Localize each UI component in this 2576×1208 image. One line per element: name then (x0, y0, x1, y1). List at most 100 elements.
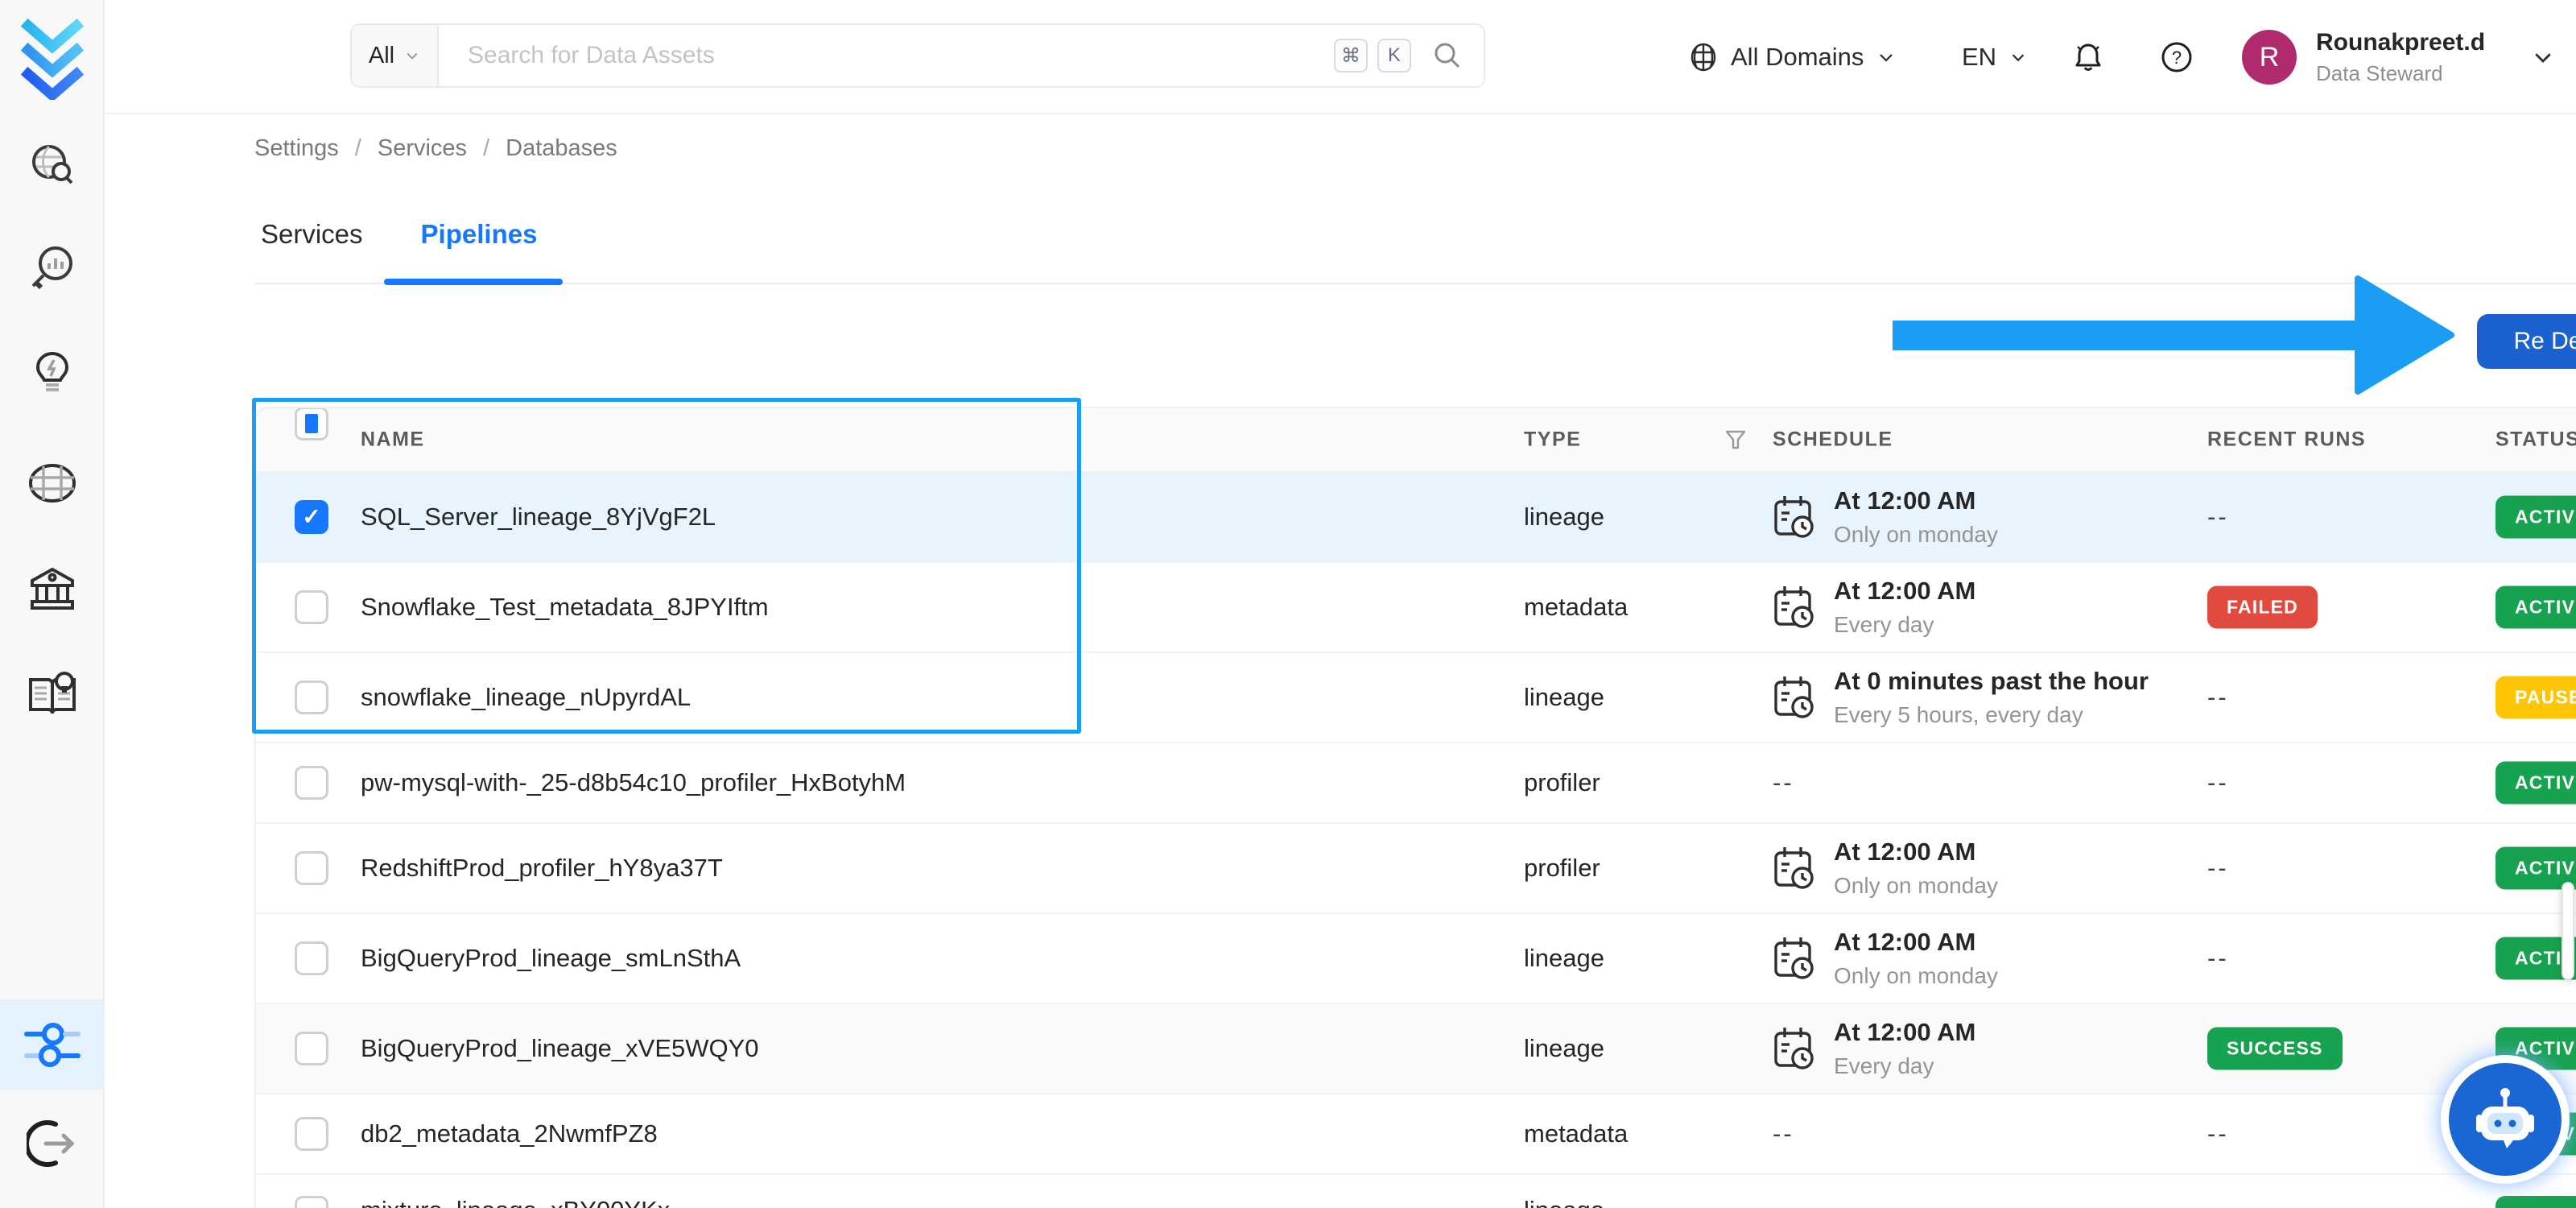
breadcrumb-separator: / (483, 135, 490, 161)
user-avatar[interactable]: R (2242, 0, 2297, 114)
chevron-down-icon (1880, 54, 1893, 62)
column-header-schedule[interactable]: SCHEDULE (1773, 428, 1893, 452)
pipeline-type: lineage (1524, 683, 1604, 711)
pipeline-name[interactable]: snowflake_lineage_nUpyrdAL (361, 683, 691, 712)
recent-runs-cell: -- (2207, 503, 2229, 531)
pipeline-name[interactable]: SQL_Server_lineage_8YjVgF2L (361, 503, 716, 532)
row-checkbox[interactable] (295, 500, 328, 534)
domains-dropdown[interactable]: All Domains (1689, 0, 1896, 114)
sidebar-item-knowledge[interactable] (0, 649, 105, 739)
tab-pipelines[interactable]: Pipelines (415, 219, 544, 250)
breadcrumb-settings[interactable]: Settings (254, 135, 339, 162)
pipeline-name[interactable]: RedshiftProd_profiler_hY8ya37T (361, 854, 723, 883)
openmetadata-logo[interactable] (0, 11, 105, 100)
help-button[interactable]: ? (2160, 0, 2194, 114)
breadcrumb-databases[interactable]: Databases (506, 135, 617, 162)
top-navbar: All ⌘ K All Domains EN (105, 0, 2576, 114)
select-all-checkbox[interactable] (295, 408, 328, 441)
status-badge: PAUSED (2496, 676, 2576, 719)
search-input[interactable] (439, 42, 1334, 69)
row-checkbox[interactable] (295, 1032, 328, 1065)
table-row[interactable]: db2_metadata_2NwmfPZ8 metadata -- -- ACT… (256, 1094, 2576, 1175)
lightbulb-icon (27, 346, 78, 398)
row-checkbox[interactable] (295, 941, 328, 975)
sidebar-item-explore[interactable] (0, 120, 105, 210)
pipeline-schedule: At 12:00 AM Only on monday (1773, 928, 1998, 989)
sidebar-item-domains[interactable] (0, 438, 105, 528)
status-cell: ACTIVE (2496, 1196, 2576, 1208)
pipeline-name[interactable]: pw-mysql-with-_25-d8b54c10_profiler_HxBo… (361, 768, 906, 797)
language-label: EN (1962, 43, 1997, 71)
tab-services[interactable]: Services (254, 219, 369, 250)
user-role: Data Steward (2316, 60, 2443, 85)
recent-run-badge[interactable]: SUCCESS (2207, 1027, 2343, 1070)
schedule-text: At 12:00 AM Only on monday (1834, 928, 1998, 988)
row-checkbox[interactable] (295, 590, 328, 624)
pipeline-name[interactable]: db2_metadata_2NwmfPZ8 (361, 1119, 658, 1148)
row-checkbox[interactable] (295, 1196, 328, 1208)
pipeline-type: lineage (1524, 503, 1604, 531)
table-row[interactable]: snowflake_lineage_nUpyrdAL lineage At 0 … (256, 653, 2576, 743)
table-row[interactable]: Snowflake_Test_metadata_8JPYIftm metadat… (256, 563, 2576, 653)
annotation-arrow-icon (1893, 275, 2456, 395)
column-header-recent-runs[interactable]: RECENT RUNS (2207, 428, 2366, 452)
table-row[interactable]: mixture_lineage_xBY00YKx lineage ACTIVE (256, 1175, 2576, 1208)
pipeline-name[interactable]: Snowflake_Test_metadata_8JPYIftm (361, 593, 769, 622)
chevron-down-icon (407, 52, 418, 60)
status-cell: ACTIVE (2496, 585, 2576, 629)
status-cell: PAUSED (2496, 676, 2576, 719)
breadcrumb-separator: / (354, 135, 361, 161)
redeploy-button[interactable]: Re Deploy (2477, 314, 2576, 369)
user-menu-caret[interactable] (2531, 0, 2555, 114)
pipeline-schedule: At 12:00 AM Only on monday (1773, 486, 1998, 548)
notifications-button[interactable] (2070, 0, 2107, 114)
chevron-down-icon (2012, 54, 2025, 62)
tab-bar: Services Pipelines (254, 219, 543, 250)
search-icon[interactable] (1432, 40, 1463, 71)
sidebar-item-logout[interactable] (0, 1098, 105, 1189)
table-row[interactable]: SQL_Server_lineage_8YjVgF2L lineage At 1… (256, 473, 2576, 563)
schedule-calendar-icon (1774, 676, 1814, 718)
search-scope-dropdown[interactable]: All (352, 25, 439, 86)
sidebar-item-insights[interactable] (0, 327, 105, 417)
row-checkbox[interactable] (295, 681, 328, 714)
pipeline-type: profiler (1524, 854, 1600, 882)
type-filter-icon[interactable] (1724, 428, 1747, 451)
table-body: SQL_Server_lineage_8YjVgF2L lineage At 1… (256, 473, 2576, 1208)
globe-grid-icon (25, 457, 80, 509)
table-row[interactable]: BigQueryProd_lineage_xVE5WQY0 lineage At… (256, 1004, 2576, 1094)
status-badge: ACTIVE (2496, 585, 2576, 629)
breadcrumb-services[interactable]: Services (378, 135, 467, 162)
cmd-key-badge: ⌘ (1334, 39, 1368, 72)
row-checkbox[interactable] (295, 851, 328, 885)
sidebar-item-govern[interactable] (0, 544, 105, 634)
user-menu[interactable]: Rounakpreet.d Data Steward (2316, 0, 2485, 114)
status-badge: ACTIVE (2496, 495, 2576, 539)
open-book-icon (24, 668, 80, 720)
table-row[interactable]: pw-mysql-with-_25-d8b54c10_profiler_HxBo… (256, 743, 2576, 824)
row-checkbox[interactable] (295, 766, 328, 800)
schedule-text: At 12:00 AM Every day (1834, 1018, 1976, 1078)
row-checkbox[interactable] (295, 1117, 328, 1151)
column-header-name[interactable]: NAME (361, 428, 425, 452)
pipeline-name[interactable]: BigQueryProd_lineage_xVE5WQY0 (361, 1034, 759, 1063)
table-row[interactable]: BigQueryProd_lineage_smLnSthA lineage At… (256, 914, 2576, 1004)
sidebar-item-observability[interactable] (0, 223, 105, 313)
pipeline-name[interactable]: mixture_lineage_xBY00YKx (361, 1196, 670, 1208)
sidebar-item-settings[interactable] (0, 999, 105, 1090)
column-header-type[interactable]: TYPE (1524, 428, 1581, 452)
status-badge: ACTIVE (2496, 761, 2576, 805)
scrollbar-thumb[interactable] (2562, 882, 2574, 980)
language-dropdown[interactable]: EN (1962, 0, 2027, 114)
recent-run-badge[interactable]: FAILED (2207, 585, 2318, 629)
breadcrumb: Settings / Services / Databases (254, 135, 617, 162)
table-row[interactable]: RedshiftProd_profiler_hY8ya37T profiler … (256, 824, 2576, 914)
schedule-text: At 12:00 AM Only on monday (1834, 486, 1998, 547)
chatbot-button[interactable] (2441, 1055, 2570, 1184)
chevron-down-icon (2535, 53, 2551, 63)
column-header-status[interactable]: STATUS (2496, 428, 2576, 452)
pipeline-type: metadata (1524, 1119, 1629, 1148)
pipeline-type: lineage (1524, 1196, 1604, 1208)
schedule-calendar-icon (1774, 937, 1814, 979)
pipeline-name[interactable]: BigQueryProd_lineage_smLnSthA (361, 944, 741, 973)
